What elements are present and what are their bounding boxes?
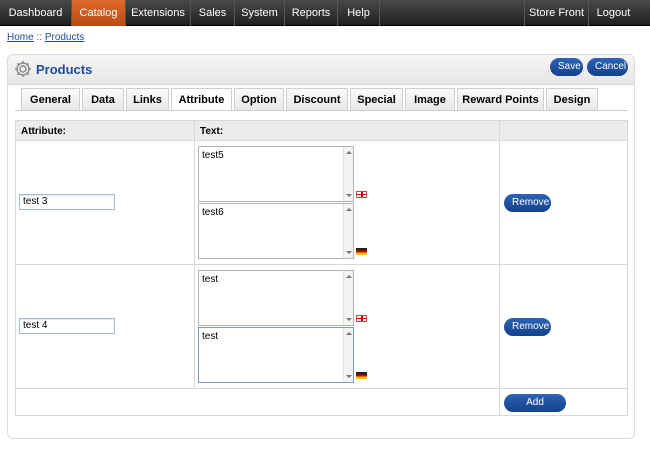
breadcrumb: Home :: Products	[7, 32, 84, 43]
add-attribute-button[interactable]: Add Attribute	[504, 394, 566, 426]
nav-help[interactable]: Help	[338, 0, 380, 26]
textarea-value: test5	[202, 150, 224, 161]
tab-discount[interactable]: Discount	[286, 88, 348, 110]
english-flag-icon	[356, 191, 367, 198]
attribute-name-input[interactable]: test 3	[19, 194, 115, 210]
nav-logout[interactable]: Logout	[588, 0, 638, 26]
tab-design[interactable]: Design	[546, 88, 598, 110]
column-header-action	[499, 120, 628, 141]
tab-divider	[15, 110, 628, 111]
textarea-value: test	[202, 274, 219, 285]
nav-reports[interactable]: Reports	[285, 0, 338, 26]
nav-sales[interactable]: Sales	[191, 0, 235, 26]
save-button[interactable]: Save	[550, 58, 583, 76]
attribute-text-english[interactable]: test5	[198, 146, 354, 202]
attribute-text-english[interactable]: test	[198, 270, 354, 326]
gear-icon	[15, 61, 31, 77]
panel-header: Products	[8, 55, 634, 85]
attribute-text-german[interactable]: test6	[198, 203, 354, 259]
attribute-name-input[interactable]: test 4	[19, 318, 115, 334]
tab-data[interactable]: Data	[82, 88, 124, 110]
tab-option[interactable]: Option	[234, 88, 284, 110]
column-header-text: Text:	[194, 120, 500, 141]
scrollbar[interactable]	[343, 271, 353, 325]
tab-image[interactable]: Image	[405, 88, 455, 110]
nav-dashboard[interactable]: Dashboard	[0, 0, 72, 26]
remove-button[interactable]: Remove	[504, 318, 551, 336]
top-nav: Dashboard Catalog Extensions Sales Syste…	[0, 0, 650, 26]
column-header-attribute: Attribute:	[15, 120, 195, 141]
breadcrumb-separator: ::	[33, 32, 45, 43]
nav-store-front[interactable]: Store Front	[524, 0, 588, 26]
nav-system[interactable]: System	[235, 0, 285, 26]
tab-attribute[interactable]: Attribute	[171, 88, 232, 111]
tab-special[interactable]: Special	[350, 88, 403, 110]
german-flag-icon	[356, 372, 367, 379]
nav-extensions[interactable]: Extensions	[126, 0, 191, 26]
remove-button[interactable]: Remove	[504, 194, 551, 212]
tab-reward-points[interactable]: Reward Points	[457, 88, 544, 110]
scrollbar[interactable]	[343, 147, 353, 201]
cancel-button[interactable]: Cancel	[587, 58, 628, 76]
tab-general[interactable]: General	[21, 88, 80, 110]
german-flag-icon	[356, 248, 367, 255]
textarea-value: test	[202, 331, 219, 342]
page-title: Products	[36, 62, 93, 77]
table-footer-cell	[15, 388, 500, 416]
textarea-value: test6	[202, 207, 224, 218]
attribute-text-german[interactable]: test	[198, 327, 354, 383]
breadcrumb-home[interactable]: Home	[7, 32, 34, 43]
scrollbar[interactable]	[343, 204, 353, 258]
scrollbar[interactable]	[343, 328, 353, 382]
nav-catalog[interactable]: Catalog	[72, 0, 126, 26]
english-flag-icon	[356, 315, 367, 322]
tab-links[interactable]: Links	[126, 88, 169, 110]
breadcrumb-products[interactable]: Products	[45, 32, 84, 43]
